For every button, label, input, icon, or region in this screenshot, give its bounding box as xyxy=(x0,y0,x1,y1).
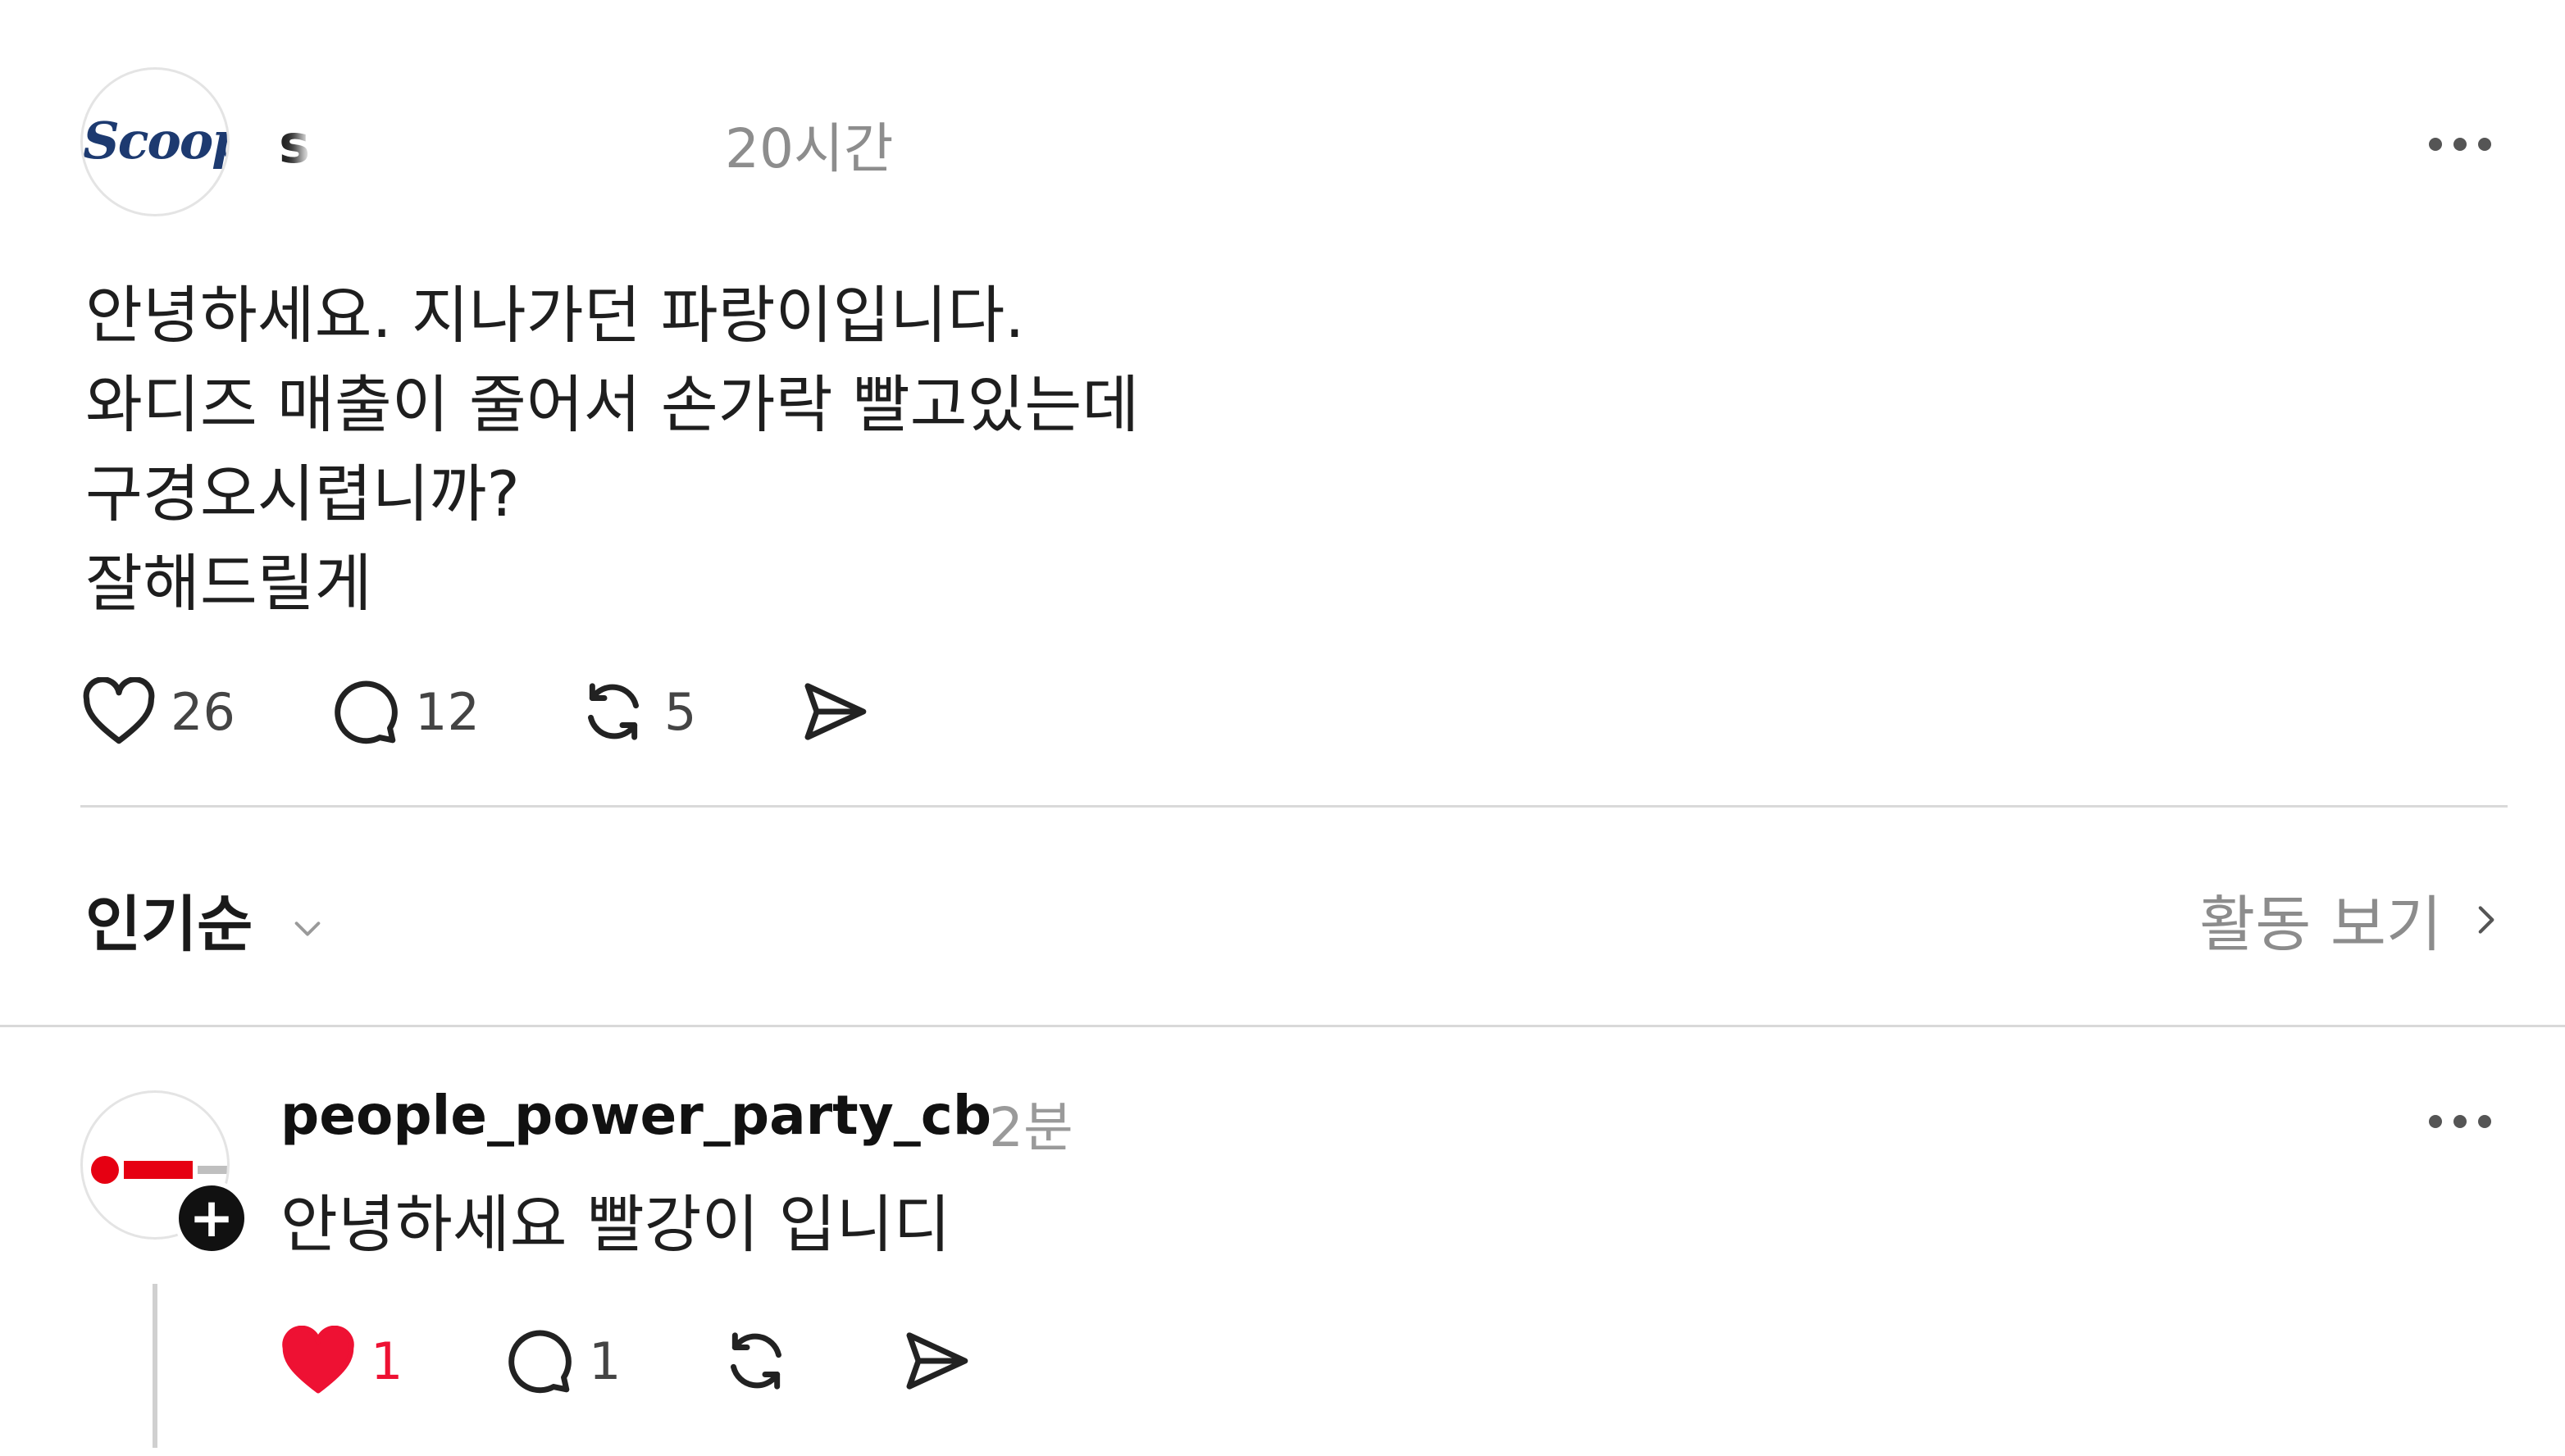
comment-count: 12 xyxy=(415,681,480,742)
more-dot-icon xyxy=(2478,138,2491,151)
reply-repost-button[interactable] xyxy=(720,1325,900,1397)
more-dot-icon xyxy=(2453,1115,2467,1128)
post-body-line: 와디즈 매출이 줄어서 손가락 빨고있는데 xyxy=(85,368,1140,441)
more-dot-icon xyxy=(2478,1115,2491,1128)
chevron-right-icon xyxy=(2478,905,2494,934)
sort-dropdown[interactable]: 인기순 xyxy=(85,876,326,963)
thread-line xyxy=(153,1284,157,1448)
paper-plane-icon xyxy=(804,683,867,740)
reply-body: 안녕하세요 빨강이 입니디 xyxy=(280,1188,951,1261)
post-body-line: 구경오시렵니까? xyxy=(85,457,520,530)
sort-label: 인기순 xyxy=(85,890,253,960)
post-author-avatar[interactable]: Scoop xyxy=(80,67,230,216)
post-action-bar: 26 12 5 xyxy=(82,676,871,748)
chevron-down-icon xyxy=(294,921,321,937)
heart-filled-icon xyxy=(282,1326,354,1394)
post-body-line: 잘해드릴게 xyxy=(85,547,372,620)
reply-timestamp: 2분 xyxy=(989,1096,1073,1159)
repost-button[interactable]: 5 xyxy=(577,676,799,748)
like-count: 26 xyxy=(171,681,235,742)
reply-action-bar: 1 1 xyxy=(280,1325,973,1397)
activity-label: 활동 보기 xyxy=(2199,890,2442,960)
post-divider xyxy=(80,805,2508,808)
post-body: 안녕하세요. 지나가던 파랑이입니다. 와디즈 매출이 줄어서 손가락 빨고있는… xyxy=(85,271,1139,628)
reply-more-button[interactable] xyxy=(2429,1115,2491,1128)
reply-like-button[interactable]: 1 xyxy=(280,1326,502,1396)
reply-comment-button[interactable]: 1 xyxy=(502,1325,720,1397)
comment-button[interactable]: 12 xyxy=(328,676,577,748)
repost-arrows-icon xyxy=(588,683,639,740)
like-button[interactable]: 26 xyxy=(82,677,328,746)
reply-like-count: 1 xyxy=(371,1331,403,1391)
heart-icon xyxy=(83,677,155,744)
username-redaction xyxy=(312,115,697,180)
speech-bubble-icon xyxy=(508,1330,572,1394)
section-divider xyxy=(0,1025,2565,1027)
post-body-line: 안녕하세요. 지나가던 파랑이입니다. xyxy=(85,279,1025,352)
more-dot-icon xyxy=(2429,138,2442,151)
post-timestamp: 20시간 xyxy=(725,117,894,180)
paper-plane-icon xyxy=(906,1332,968,1390)
reply-author-username[interactable]: people_power_party_cb xyxy=(280,1084,991,1147)
reply-share-button[interactable] xyxy=(900,1325,973,1397)
speech-bubble-icon xyxy=(335,680,398,744)
post-more-button[interactable] xyxy=(2429,138,2491,151)
repost-count: 5 xyxy=(664,681,697,742)
more-dot-icon xyxy=(2429,1115,2442,1128)
share-button[interactable] xyxy=(799,676,871,748)
view-activity-link[interactable]: 활동 보기 xyxy=(2199,876,2506,963)
more-dot-icon xyxy=(2453,138,2467,151)
scoop-logo: Scoop xyxy=(83,111,230,171)
repost-arrows-icon xyxy=(731,1332,781,1390)
reply-comment-count: 1 xyxy=(589,1331,622,1391)
follow-plus-icon[interactable]: + xyxy=(174,1181,249,1256)
